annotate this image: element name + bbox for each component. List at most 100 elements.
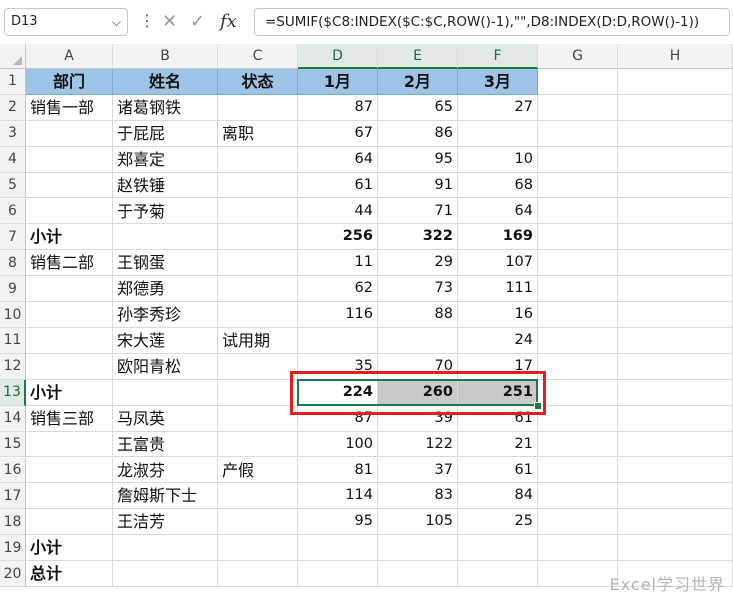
- table-cell[interactable]: [618, 302, 733, 328]
- table-cell[interactable]: [26, 457, 113, 484]
- table-cell[interactable]: 65: [378, 94, 458, 121]
- table-cell[interactable]: [538, 353, 618, 380]
- column-header-e[interactable]: E: [378, 44, 458, 69]
- table-cell[interactable]: [378, 561, 458, 587]
- row-header-3[interactable]: 3: [0, 120, 26, 147]
- table-cell[interactable]: 260: [378, 379, 458, 406]
- table-header-cell[interactable]: 3月: [458, 69, 538, 95]
- table-cell[interactable]: [113, 379, 218, 406]
- table-cell[interactable]: [218, 483, 298, 510]
- table-cell[interactable]: 70: [378, 353, 458, 380]
- table-cell[interactable]: 37: [378, 457, 458, 484]
- table-cell[interactable]: 郑喜定: [113, 146, 218, 173]
- table-cell[interactable]: 销售一部: [26, 94, 113, 121]
- table-cell[interactable]: 小计: [26, 379, 113, 406]
- table-cell[interactable]: 欧阳青松: [113, 353, 218, 380]
- table-cell[interactable]: [218, 302, 298, 328]
- table-header-cell[interactable]: [538, 69, 618, 95]
- table-cell[interactable]: [538, 328, 618, 354]
- table-cell[interactable]: [218, 405, 298, 432]
- table-cell[interactable]: 孙李秀珍: [113, 302, 218, 328]
- table-cell[interactable]: [298, 535, 378, 562]
- table-cell[interactable]: [218, 509, 298, 536]
- fill-handle[interactable]: [534, 401, 542, 410]
- table-cell[interactable]: [218, 250, 298, 277]
- table-cell[interactable]: [618, 120, 733, 147]
- table-cell[interactable]: [218, 276, 298, 303]
- table-cell[interactable]: 赵铁锤: [113, 172, 218, 199]
- table-cell[interactable]: [538, 457, 618, 484]
- table-cell[interactable]: 61: [458, 457, 538, 484]
- table-cell[interactable]: [26, 431, 113, 458]
- row-header-7[interactable]: 7: [0, 224, 26, 251]
- table-cell[interactable]: 86: [378, 120, 458, 147]
- cancel-icon[interactable]: ✕: [162, 9, 177, 35]
- table-cell[interactable]: [113, 561, 218, 587]
- table-cell[interactable]: [538, 94, 618, 121]
- table-cell[interactable]: 离职: [218, 120, 298, 147]
- column-header-a[interactable]: A: [26, 44, 113, 69]
- column-header-b[interactable]: B: [113, 44, 218, 69]
- table-cell[interactable]: 251: [458, 379, 538, 406]
- table-cell[interactable]: 销售三部: [26, 405, 113, 432]
- row-header-1[interactable]: 1: [0, 69, 26, 95]
- table-cell[interactable]: [458, 120, 538, 147]
- table-cell[interactable]: [618, 483, 733, 510]
- table-cell[interactable]: 61: [458, 405, 538, 432]
- table-cell[interactable]: 11: [298, 250, 378, 277]
- row-header-16[interactable]: 16: [0, 457, 26, 484]
- table-cell[interactable]: 王富贵: [113, 431, 218, 458]
- table-cell[interactable]: 39: [378, 405, 458, 432]
- table-cell[interactable]: 王洁芳: [113, 509, 218, 536]
- table-cell[interactable]: [218, 94, 298, 121]
- table-cell[interactable]: 81: [298, 457, 378, 484]
- more-options-icon[interactable]: ⋮: [139, 10, 155, 32]
- table-cell[interactable]: 龙淑芬: [113, 457, 218, 484]
- table-cell[interactable]: 224: [298, 379, 378, 406]
- table-cell[interactable]: [378, 535, 458, 562]
- table-cell[interactable]: 产假: [218, 457, 298, 484]
- row-header-14[interactable]: 14: [0, 405, 26, 432]
- table-header-cell[interactable]: 状态: [218, 69, 298, 95]
- enter-icon[interactable]: ✓: [190, 9, 205, 35]
- insert-function-icon[interactable]: fx: [220, 9, 237, 35]
- table-cell[interactable]: 111: [458, 276, 538, 303]
- row-header-18[interactable]: 18: [0, 509, 26, 536]
- table-header-cell[interactable]: 2月: [378, 69, 458, 95]
- table-cell[interactable]: 322: [378, 224, 458, 251]
- table-cell[interactable]: 95: [298, 509, 378, 536]
- table-cell[interactable]: [618, 276, 733, 303]
- table-cell[interactable]: [538, 146, 618, 173]
- table-cell[interactable]: 91: [378, 172, 458, 199]
- column-header-h[interactable]: H: [618, 44, 733, 69]
- table-cell[interactable]: [458, 535, 538, 562]
- table-cell[interactable]: [113, 224, 218, 251]
- table-cell[interactable]: [218, 431, 298, 458]
- chevron-down-icon[interactable]: ⌵: [112, 9, 121, 35]
- table-cell[interactable]: [218, 353, 298, 380]
- table-cell[interactable]: [218, 224, 298, 251]
- table-cell[interactable]: 总计: [26, 561, 113, 587]
- table-cell[interactable]: 小计: [26, 535, 113, 562]
- table-cell[interactable]: [218, 172, 298, 199]
- table-cell[interactable]: [618, 353, 733, 380]
- column-header-g[interactable]: G: [538, 44, 618, 69]
- table-cell[interactable]: [538, 483, 618, 510]
- table-cell[interactable]: 71: [378, 198, 458, 225]
- row-header-19[interactable]: 19: [0, 535, 26, 562]
- table-cell[interactable]: 95: [378, 146, 458, 173]
- table-cell[interactable]: [618, 535, 733, 562]
- table-cell[interactable]: 詹姆斯下士: [113, 483, 218, 510]
- table-cell[interactable]: [26, 302, 113, 328]
- table-cell[interactable]: [26, 328, 113, 354]
- table-cell[interactable]: 61: [298, 172, 378, 199]
- row-header-15[interactable]: 15: [0, 431, 26, 458]
- row-header-13[interactable]: 13: [0, 379, 26, 406]
- select-all-corner[interactable]: [0, 44, 26, 69]
- table-cell[interactable]: 169: [458, 224, 538, 251]
- formula-input[interactable]: =SUMIF($C8:INDEX($C:$C,ROW()-1),"",D8:IN…: [254, 8, 730, 36]
- table-cell[interactable]: 116: [298, 302, 378, 328]
- row-header-9[interactable]: 9: [0, 276, 26, 303]
- table-cell[interactable]: [298, 561, 378, 587]
- table-cell[interactable]: 256: [298, 224, 378, 251]
